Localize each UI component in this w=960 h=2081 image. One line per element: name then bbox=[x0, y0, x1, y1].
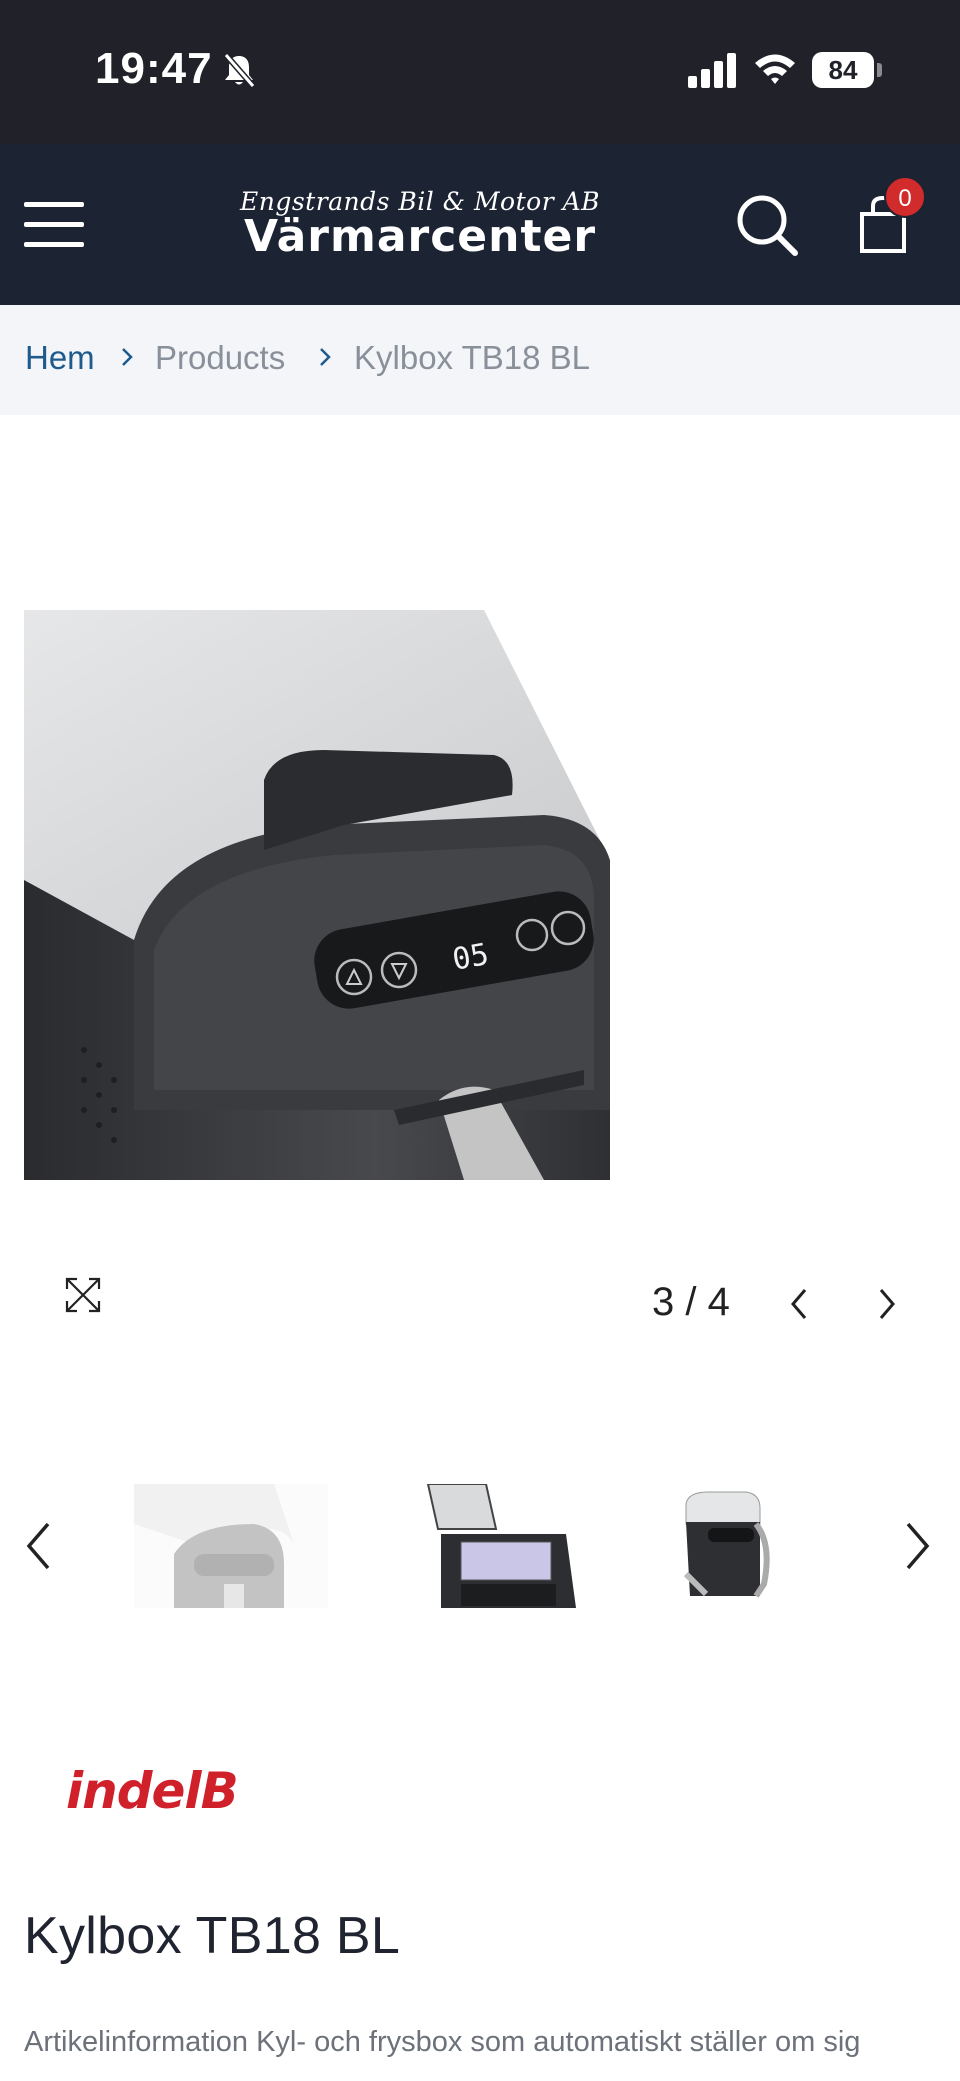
menu-icon[interactable] bbox=[24, 202, 84, 248]
display-digits: 05 bbox=[450, 937, 492, 978]
status-time: 19:47 bbox=[95, 44, 213, 93]
thumbnail-next-icon[interactable] bbox=[904, 1520, 932, 1572]
battery-tip bbox=[877, 63, 882, 77]
cellular-signal-icon bbox=[688, 53, 736, 88]
breadcrumb: Hem Products Kylbox TB18 BL bbox=[0, 305, 960, 415]
site-header: Engstrands Bil & Motor AB Värmarcenter 0 bbox=[0, 144, 960, 305]
search-icon[interactable] bbox=[734, 192, 800, 258]
cart-count-badge: 0 bbox=[884, 176, 926, 218]
chevron-right-icon[interactable] bbox=[876, 1286, 898, 1322]
brand-logo[interactable]: indelB bbox=[66, 1762, 296, 1822]
expand-icon[interactable] bbox=[64, 1276, 102, 1314]
product-description: Artikelinformation Kyl- och frysbox som … bbox=[24, 2026, 861, 2058]
thumbnail-image-1[interactable] bbox=[134, 1484, 328, 1608]
chevron-right-icon bbox=[320, 348, 331, 366]
product-main-image[interactable]: 05 bbox=[24, 610, 610, 1180]
thumbnail-image-2[interactable] bbox=[426, 1484, 580, 1608]
chevron-right-icon bbox=[122, 348, 133, 366]
bell-slash-icon bbox=[223, 53, 256, 88]
breadcrumb-products-link[interactable]: Products bbox=[155, 339, 285, 377]
thumbnail-prev-icon[interactable] bbox=[24, 1520, 52, 1572]
image-pager: 3 / 4 bbox=[652, 1280, 730, 1324]
breadcrumb-current: Kylbox TB18 BL bbox=[354, 339, 591, 376]
logo-name: Värmarcenter bbox=[243, 211, 597, 262]
chevron-left-icon[interactable] bbox=[788, 1286, 810, 1322]
product-title: Kylbox TB18 BL bbox=[24, 1907, 401, 1965]
breadcrumb-home-link[interactable]: Hem bbox=[25, 339, 95, 377]
site-logo[interactable]: Engstrands Bil & Motor AB Värmarcenter bbox=[230, 188, 610, 264]
brand-name: indelB bbox=[66, 1762, 239, 1820]
wifi-icon bbox=[755, 54, 795, 84]
battery-icon: 84 bbox=[812, 52, 874, 88]
status-bar: 19:47 84 bbox=[0, 0, 960, 144]
thumbnail-image-3[interactable] bbox=[668, 1484, 786, 1608]
